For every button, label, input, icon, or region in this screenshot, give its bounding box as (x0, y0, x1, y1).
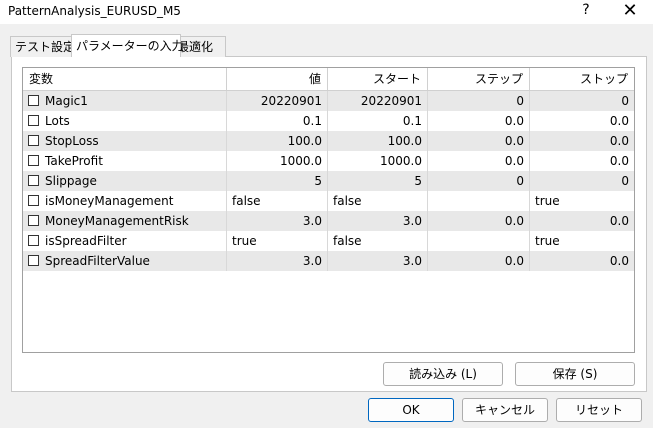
table-header: 変数 値 スタート ステップ ストップ (23, 68, 634, 91)
param-value[interactable]: 1000.0 (227, 151, 328, 171)
table-row[interactable]: StopLoss 100.0 100.0 0.0 0.0 (23, 131, 634, 151)
column-header-step[interactable]: ステップ (428, 68, 530, 90)
parameter-table: 変数 値 スタート ステップ ストップ Magic1 20220901 2022… (22, 67, 635, 353)
ok-button[interactable]: OK (368, 398, 454, 422)
param-stop[interactable]: 0.0 (530, 151, 634, 171)
param-step[interactable]: 0.0 (428, 251, 530, 271)
param-step[interactable] (428, 231, 530, 251)
param-name-cell: MoneyManagementRisk (23, 211, 227, 231)
param-name: SpreadFilterValue (45, 254, 150, 268)
param-value[interactable]: false (227, 191, 328, 211)
param-start[interactable]: 3.0 (328, 251, 428, 271)
table-row[interactable]: Slippage 5 5 0 0 (23, 171, 634, 191)
param-name: Magic1 (45, 94, 88, 108)
param-step[interactable] (428, 191, 530, 211)
table-row[interactable]: isSpreadFilter true false true (23, 231, 634, 251)
param-start[interactable]: 5 (328, 171, 428, 191)
param-name-cell: Lots (23, 111, 227, 131)
param-stop[interactable]: true (530, 231, 634, 251)
param-name-cell: Slippage (23, 171, 227, 191)
param-value[interactable]: 3.0 (227, 251, 328, 271)
help-icon[interactable]: ? (578, 2, 594, 20)
param-step[interactable]: 0 (428, 91, 530, 111)
table-row[interactable]: MoneyManagementRisk 3.0 3.0 0.0 0.0 (23, 211, 634, 231)
param-stop[interactable]: 0.0 (530, 251, 634, 271)
param-name: TakeProfit (45, 154, 103, 168)
param-start[interactable]: 0.1 (328, 111, 428, 131)
param-stop[interactable]: 0 (530, 91, 634, 111)
param-step[interactable]: 0.0 (428, 131, 530, 151)
param-stop[interactable]: 0.0 (530, 131, 634, 151)
param-checkbox[interactable] (28, 175, 39, 186)
param-checkbox[interactable] (28, 115, 39, 126)
param-name-cell: StopLoss (23, 131, 227, 151)
param-name-cell: SpreadFilterValue (23, 251, 227, 271)
param-name: isMoneyManagement (45, 194, 174, 208)
table-row[interactable]: Magic1 20220901 20220901 0 0 (23, 91, 634, 111)
param-checkbox[interactable] (28, 135, 39, 146)
reset-button[interactable]: リセット (556, 398, 642, 422)
param-checkbox[interactable] (28, 95, 39, 106)
param-step[interactable]: 0.0 (428, 211, 530, 231)
column-header-stop[interactable]: ストップ (530, 68, 634, 90)
param-value[interactable]: 3.0 (227, 211, 328, 231)
param-value[interactable]: 20220901 (227, 91, 328, 111)
param-start[interactable]: 3.0 (328, 211, 428, 231)
param-step[interactable]: 0 (428, 171, 530, 191)
param-value[interactable]: true (227, 231, 328, 251)
param-start[interactable]: 20220901 (328, 91, 428, 111)
param-checkbox[interactable] (28, 215, 39, 226)
param-stop[interactable]: 0.0 (530, 111, 634, 131)
window-title: PatternAnalysis_EURUSD_M5 (8, 4, 181, 18)
table-row[interactable]: SpreadFilterValue 3.0 3.0 0.0 0.0 (23, 251, 634, 271)
tab-parameters[interactable]: パラメーターの入力 (71, 34, 184, 57)
param-start[interactable]: 100.0 (328, 131, 428, 151)
param-name: Slippage (45, 174, 97, 188)
column-header-start[interactable]: スタート (328, 68, 428, 90)
table-row[interactable]: TakeProfit 1000.0 1000.0 0.0 0.0 (23, 151, 634, 171)
title-bar: PatternAnalysis_EURUSD_M5 ? ✕ (0, 0, 653, 24)
param-stop[interactable]: 0 (530, 171, 634, 191)
param-step[interactable]: 0.0 (428, 111, 530, 131)
param-name-cell: isSpreadFilter (23, 231, 227, 251)
load-button[interactable]: 読み込み (L) (383, 362, 503, 386)
param-name-cell: TakeProfit (23, 151, 227, 171)
param-checkbox[interactable] (28, 235, 39, 246)
param-name: Lots (45, 114, 70, 128)
param-start[interactable]: 1000.0 (328, 151, 428, 171)
table-row[interactable]: Lots 0.1 0.1 0.0 0.0 (23, 111, 634, 131)
param-start[interactable]: false (328, 191, 428, 211)
param-name: isSpreadFilter (45, 234, 127, 248)
param-name-cell: Magic1 (23, 91, 227, 111)
param-start[interactable]: false (328, 231, 428, 251)
param-value[interactable]: 0.1 (227, 111, 328, 131)
param-value[interactable]: 5 (227, 171, 328, 191)
column-header-variable[interactable]: 変数 (23, 68, 227, 90)
param-stop[interactable]: 0.0 (530, 211, 634, 231)
column-header-value[interactable]: 値 (227, 68, 328, 90)
param-step[interactable]: 0.0 (428, 151, 530, 171)
param-value[interactable]: 100.0 (227, 131, 328, 151)
param-name: MoneyManagementRisk (45, 214, 189, 228)
table-row[interactable]: isMoneyManagement false false true (23, 191, 634, 211)
cancel-button[interactable]: キャンセル (462, 398, 548, 422)
tab-test-settings[interactable]: テスト設定 (10, 36, 80, 57)
close-icon[interactable]: ✕ (620, 0, 640, 22)
param-stop[interactable]: true (530, 191, 634, 211)
param-name: StopLoss (45, 134, 99, 148)
param-name-cell: isMoneyManagement (23, 191, 227, 211)
param-checkbox[interactable] (28, 255, 39, 266)
param-checkbox[interactable] (28, 195, 39, 206)
save-button[interactable]: 保存 (S) (515, 362, 635, 386)
param-checkbox[interactable] (28, 155, 39, 166)
